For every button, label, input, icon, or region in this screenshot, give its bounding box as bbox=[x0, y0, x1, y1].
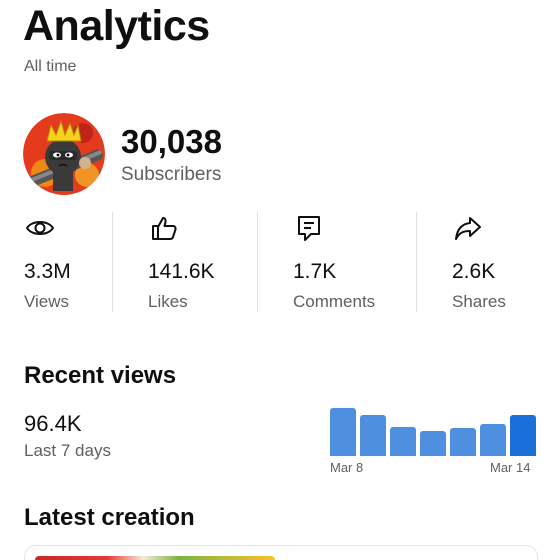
page-title: Analytics bbox=[23, 2, 210, 50]
shares-label: Shares bbox=[452, 292, 506, 311]
chart-bar bbox=[360, 415, 386, 456]
chart-bar bbox=[480, 424, 506, 456]
video-thumbnail[interactable] bbox=[35, 556, 275, 560]
divider bbox=[416, 212, 417, 312]
subscriber-label: Subscribers bbox=[121, 164, 222, 185]
latest-creation-title: Latest creation bbox=[24, 504, 195, 531]
stat-views[interactable]: 3.3M Views bbox=[24, 212, 71, 312]
channel-avatar[interactable] bbox=[23, 113, 105, 195]
chart-bar bbox=[420, 431, 446, 456]
chart-bar bbox=[390, 427, 416, 456]
channel-summary: 30,038 Subscribers bbox=[23, 113, 222, 195]
comments-label: Comments bbox=[293, 292, 376, 311]
chart-bar bbox=[510, 415, 536, 456]
share-icon bbox=[452, 212, 484, 244]
views-value: 3.3M bbox=[24, 260, 71, 283]
stat-comments[interactable]: 1.7K Comments bbox=[293, 212, 375, 312]
x-axis-label-end: Mar 14 bbox=[490, 460, 531, 475]
stat-likes[interactable]: 141.6K Likes bbox=[148, 212, 215, 312]
time-range-label[interactable]: All time bbox=[24, 58, 76, 76]
views-label: Views bbox=[24, 292, 70, 311]
chart-bar bbox=[330, 408, 356, 456]
shares-value: 2.6K bbox=[452, 260, 496, 283]
recent-views-chart[interactable] bbox=[330, 404, 536, 456]
likes-value: 141.6K bbox=[148, 260, 215, 283]
recent-views-title: Recent views bbox=[24, 362, 177, 389]
eye-icon bbox=[24, 212, 56, 244]
recent-views-period: Last 7 days bbox=[24, 441, 111, 460]
x-axis-label-start: Mar 8 bbox=[330, 460, 364, 475]
stats-row: 3.3M Views 141.6K Likes 1.7K Comments 2.… bbox=[0, 212, 560, 312]
divider bbox=[257, 212, 258, 312]
comments-value: 1.7K bbox=[293, 260, 337, 283]
divider bbox=[112, 212, 113, 312]
latest-creation-card[interactable] bbox=[24, 545, 538, 560]
subscriber-count: 30,038 bbox=[121, 123, 222, 160]
recent-views-value: 96.4K bbox=[24, 411, 82, 436]
thumbs-up-icon bbox=[148, 212, 180, 244]
stat-shares[interactable]: 2.6K Shares bbox=[452, 212, 506, 312]
chart-bar bbox=[450, 428, 476, 456]
likes-label: Likes bbox=[148, 292, 188, 311]
comment-icon bbox=[293, 212, 325, 244]
